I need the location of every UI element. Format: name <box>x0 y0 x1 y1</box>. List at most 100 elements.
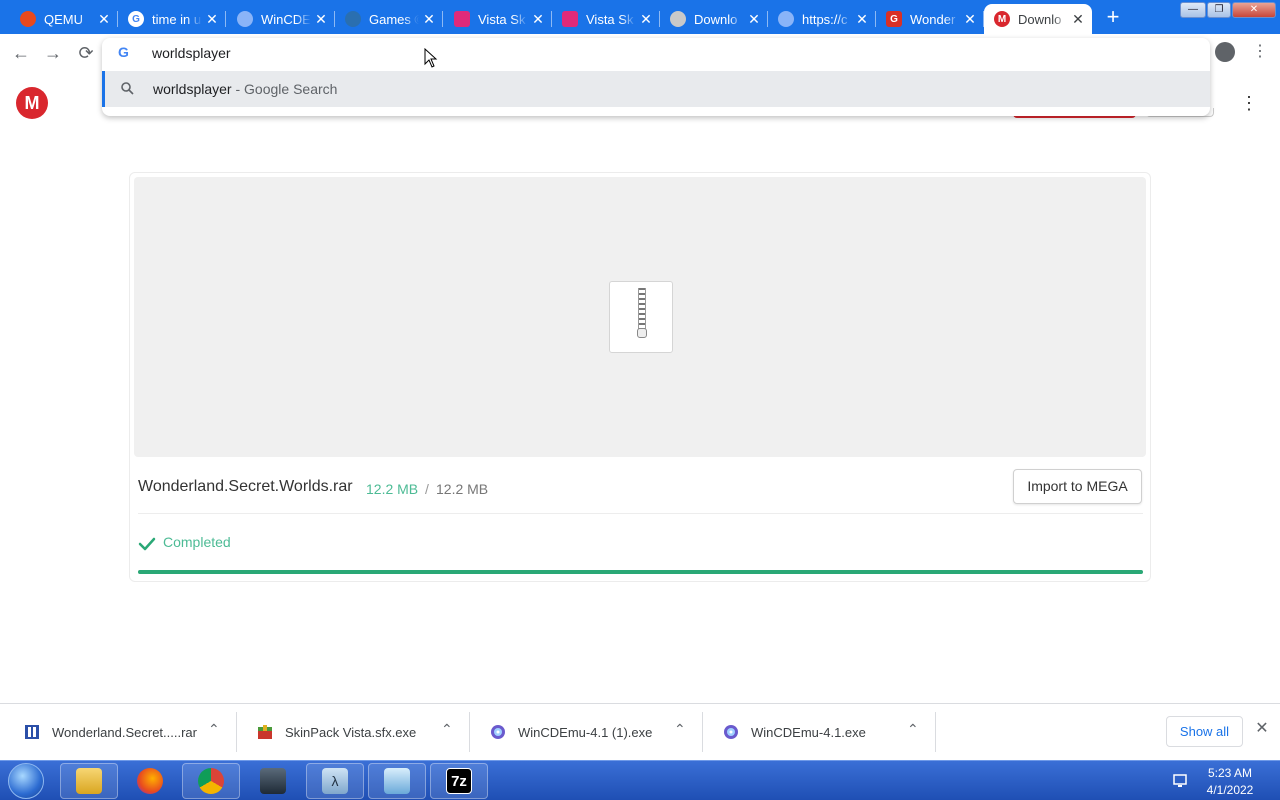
tab-title: Wonder <box>910 11 956 27</box>
tab-close-icon[interactable]: ✕ <box>94 11 114 28</box>
downloaded-size: 12.2 MB <box>366 481 419 497</box>
download-filename: WinCDEmu-4.1.exe <box>751 725 866 740</box>
forward-arrow-icon[interactable]: → <box>41 41 65 65</box>
window-close-button[interactable]: ✕ <box>1232 2 1276 18</box>
taskbar-lambda-app[interactable]: λ <box>306 763 364 799</box>
clock-time[interactable]: 5:23 AM <box>1190 766 1270 780</box>
tab-close-icon[interactable]: ✕ <box>202 11 222 28</box>
show-all-downloads-button[interactable]: Show all <box>1166 716 1243 747</box>
tab-vista-skin-1[interactable]: Vista Sk ✕ <box>444 4 552 34</box>
new-tab-button[interactable]: + <box>1100 5 1126 31</box>
address-bar[interactable]: G worldsplayer <box>102 38 1210 68</box>
page-kebab-menu-icon[interactable]: ⋮ <box>1240 93 1258 115</box>
chrome-menu-icon[interactable]: ⋮ <box>1252 42 1268 64</box>
control-panel-icon <box>384 768 410 794</box>
google-g-icon: G <box>118 44 129 60</box>
archive-icon <box>25 725 39 739</box>
7zip-icon: 7z <box>446 768 472 794</box>
progress-bar-fill <box>138 570 1143 574</box>
chrome-icon <box>198 768 224 794</box>
download-filename: Wonderland.Secret.....rar <box>52 725 197 740</box>
network-icon[interactable] <box>1172 773 1188 789</box>
chevron-up-icon[interactable]: ⌃ <box>441 721 453 738</box>
tab-close-icon[interactable]: ✕ <box>528 11 548 28</box>
skinpack-icon <box>562 11 578 27</box>
start-button[interactable] <box>8 763 44 799</box>
tab-qemu[interactable]: QEMU ✕ <box>10 4 118 34</box>
taskbar-firefox[interactable] <box>121 763 179 799</box>
search-icon <box>121 82 134 95</box>
tab-title: https://c <box>802 11 848 27</box>
tab-title: QEMU <box>44 11 83 27</box>
chevron-up-icon[interactable]: ⌃ <box>674 721 686 738</box>
tab-download-1[interactable]: Downlo ✕ <box>660 4 768 34</box>
firefox-icon <box>137 768 163 794</box>
download-filename: SkinPack Vista.sfx.exe <box>285 725 417 740</box>
tab-title: Vista Sk <box>478 11 526 27</box>
suggestion-query: worldsplayer <box>153 81 232 97</box>
lambda-app-icon: λ <box>322 768 348 794</box>
tab-title: Games © <box>369 11 419 27</box>
taskbar-7zip[interactable]: 7z <box>430 763 488 799</box>
download-item[interactable]: Wonderland.Secret.....rar ⌃ <box>4 712 237 752</box>
tab-time[interactable]: G time in u ✕ <box>118 4 226 34</box>
omnibox-dropdown: G worldsplayer worldsplayer - Google Sea… <box>102 38 1210 116</box>
zip-archive-icon <box>609 281 673 353</box>
taskbar-control-panel[interactable] <box>368 763 426 799</box>
games-icon <box>345 11 361 27</box>
tab-close-icon[interactable]: ✕ <box>311 11 331 28</box>
tab-close-icon[interactable]: ✕ <box>1068 11 1088 28</box>
download-item[interactable]: WinCDEmu-4.1.exe ⌃ <box>703 712 936 752</box>
globe-icon <box>778 11 794 27</box>
tab-close-icon[interactable]: ✕ <box>419 11 439 28</box>
download-card: Wonderland.Secret.Worlds.rar 12.2 MB / 1… <box>129 172 1151 582</box>
g-red-icon: G <box>886 11 902 27</box>
reload-icon[interactable]: ⟳ <box>74 41 98 65</box>
tab-title: WinCDEm <box>261 11 311 27</box>
tab-close-icon[interactable]: ✕ <box>744 11 764 28</box>
suggestion-description: - Google Search <box>231 81 338 97</box>
tab-close-icon[interactable]: ✕ <box>960 11 980 28</box>
installer-icon <box>258 725 272 739</box>
tab-games[interactable]: Games © ✕ <box>335 4 443 34</box>
tab-download-mega-active[interactable]: M Downlo ✕ <box>984 4 1092 34</box>
download-site-icon <box>670 11 686 27</box>
tab-title: time in u <box>152 11 202 27</box>
maximize-button[interactable]: ❐ <box>1207 2 1231 18</box>
download-shelf: Wonderland.Secret.....rar ⌃ SkinPack Vis… <box>0 703 1280 760</box>
vm-icon <box>260 768 286 794</box>
address-input[interactable]: worldsplayer <box>152 45 231 61</box>
taskbar-vm[interactable] <box>244 763 302 799</box>
divider <box>138 513 1143 514</box>
tab-title: Downlo <box>1018 11 1062 27</box>
globe-icon <box>237 11 253 27</box>
clock-date[interactable]: 4/1/2022 <box>1190 783 1270 797</box>
close-icon[interactable]: ✕ <box>1254 721 1270 737</box>
download-item[interactable]: SkinPack Vista.sfx.exe ⌃ <box>237 712 470 752</box>
download-item[interactable]: WinCDEmu-4.1 (1).exe ⌃ <box>470 712 703 752</box>
minimize-button[interactable]: — <box>1180 2 1206 18</box>
wincdemu-icon <box>491 725 505 739</box>
search-suggestion[interactable]: worldsplayer - Google Search <box>102 71 1210 107</box>
tab-close-icon[interactable]: ✕ <box>852 11 872 28</box>
tab-wonderland[interactable]: G Wonder ✕ <box>876 4 984 34</box>
size-separator: / <box>425 481 429 497</box>
taskbar-file-explorer[interactable] <box>60 763 118 799</box>
chevron-up-icon[interactable]: ⌃ <box>907 721 919 738</box>
chevron-up-icon[interactable]: ⌃ <box>208 721 220 738</box>
tab-vista-skin-2[interactable]: Vista Sk ✕ <box>552 4 660 34</box>
tab-https[interactable]: https://c ✕ <box>768 4 876 34</box>
tab-title: Vista Sk <box>586 11 634 27</box>
skinpack-icon <box>454 11 470 27</box>
progress-bar <box>138 570 1143 574</box>
wincdemu-icon <box>724 725 738 739</box>
profile-avatar-icon[interactable] <box>1215 42 1235 62</box>
mega-logo[interactable]: M <box>16 87 48 119</box>
tab-close-icon[interactable]: ✕ <box>636 11 656 28</box>
checkmark-icon <box>138 537 156 551</box>
back-arrow-icon[interactable]: ← <box>9 41 33 65</box>
tab-wincdemu[interactable]: WinCDEm ✕ <box>227 4 335 34</box>
taskbar-chrome[interactable] <box>182 763 240 799</box>
import-to-mega-button[interactable]: Import to MEGA <box>1013 469 1142 504</box>
mouse-cursor-icon <box>424 48 438 68</box>
